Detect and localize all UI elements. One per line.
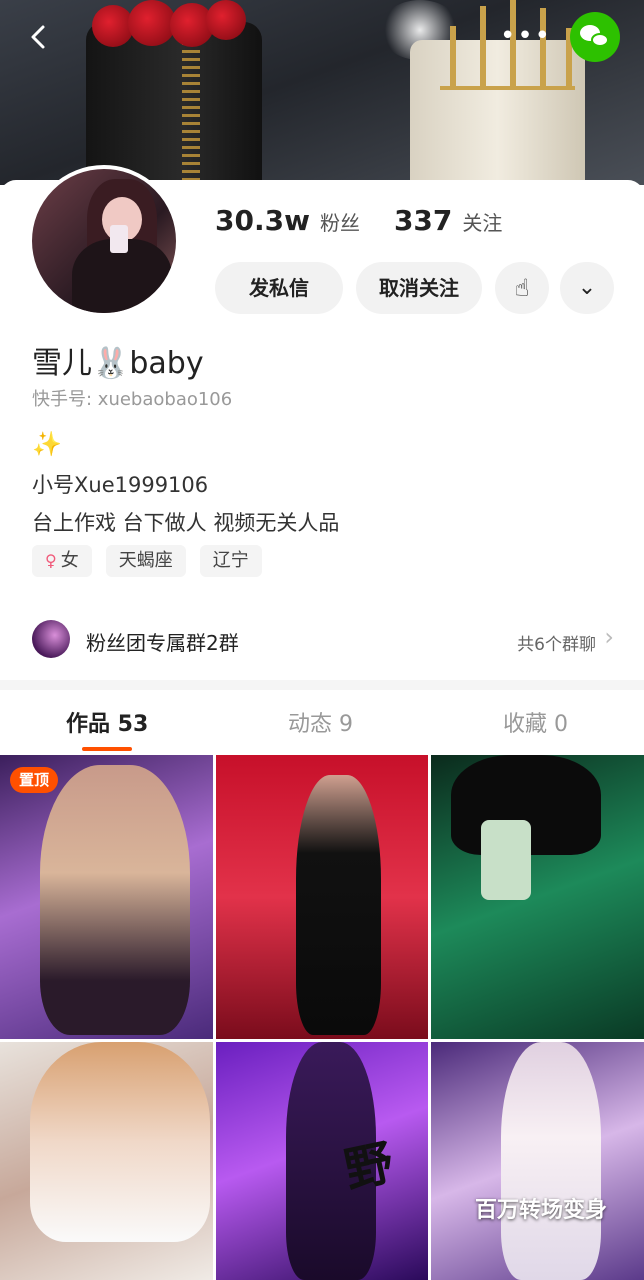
tag-gender-label: 女 (60, 550, 79, 571)
send-message-button[interactable]: 发私信 (215, 262, 343, 314)
followers-label[interactable]: 粉丝 (320, 207, 360, 236)
kuaishou-id[interactable]: 快手号: xuebaobao106 (32, 385, 232, 411)
more-actions-dropdown[interactable]: ⌄ (560, 262, 614, 314)
profile-name: 雪儿🐰baby (32, 346, 204, 381)
content-tabs: 作品 53 动态 9 收藏 0 (0, 690, 644, 754)
video-caption: 百万转场变身 (475, 1198, 608, 1223)
video-grid: 置顶 野 百万转场变身 (0, 755, 644, 1280)
more-dots-icon: ••• (500, 21, 553, 51)
wechat-share-button[interactable] (570, 12, 620, 62)
video-thumbnail[interactable] (216, 755, 428, 1039)
more-options-button[interactable]: ••• (500, 22, 550, 52)
group-count: 共6个群聊 (517, 635, 596, 655)
active-tab-indicator (82, 747, 132, 751)
profile-tags: ♀ 女 天蝎座 辽宁 (32, 545, 276, 577)
chevron-down-icon: ⌄ (577, 275, 597, 300)
video-thumbnail[interactable] (0, 1042, 213, 1280)
following-label[interactable]: 关注 (462, 207, 502, 236)
bio-line-1: 小号Xue1999106 (32, 473, 209, 497)
sparkle-icon: ✨ (32, 430, 62, 458)
profile-stats: 30.3w 粉丝 337 关注 (215, 204, 502, 237)
bio-line-2: 台上作戏 台下做人 视频无关人品 (32, 511, 340, 535)
video-thumbnail[interactable]: 野 (216, 1042, 428, 1280)
unfollow-button[interactable]: 取消关注 (356, 262, 482, 314)
chevron-right-icon: › (604, 623, 614, 651)
pinned-badge: 置顶 (10, 767, 59, 793)
section-divider (0, 680, 644, 690)
following-count[interactable]: 337 (394, 204, 452, 237)
group-name: 粉丝团专属群2群 (86, 631, 239, 655)
tab-favorites[interactable]: 收藏 0 (503, 706, 568, 738)
avatar[interactable] (28, 165, 180, 317)
profile-cover-image: ••• (0, 0, 644, 185)
video-thumbnail[interactable]: 置顶 (0, 755, 213, 1039)
followers-count[interactable]: 30.3w (215, 204, 310, 237)
poke-button[interactable]: ☝ (495, 262, 549, 314)
group-avatar (32, 620, 70, 658)
chevron-left-icon (31, 25, 45, 49)
tab-works[interactable]: 作品 53 (66, 706, 148, 738)
fan-group-row[interactable]: 粉丝团专属群2群 共6个群聊 › (0, 615, 644, 667)
video-thumbnail[interactable] (431, 755, 644, 1039)
female-icon: ♀ (45, 551, 57, 570)
tag-gender: ♀ 女 (32, 545, 92, 577)
back-button[interactable] (22, 20, 56, 54)
tab-moments[interactable]: 动态 9 (288, 706, 353, 738)
hand-pointer-icon: ☝ (514, 274, 530, 302)
tag-location: 辽宁 (199, 545, 262, 577)
video-thumbnail[interactable]: 百万转场变身 (431, 1042, 644, 1280)
tag-zodiac: 天蝎座 (105, 545, 186, 577)
cover-roses (92, 0, 252, 55)
